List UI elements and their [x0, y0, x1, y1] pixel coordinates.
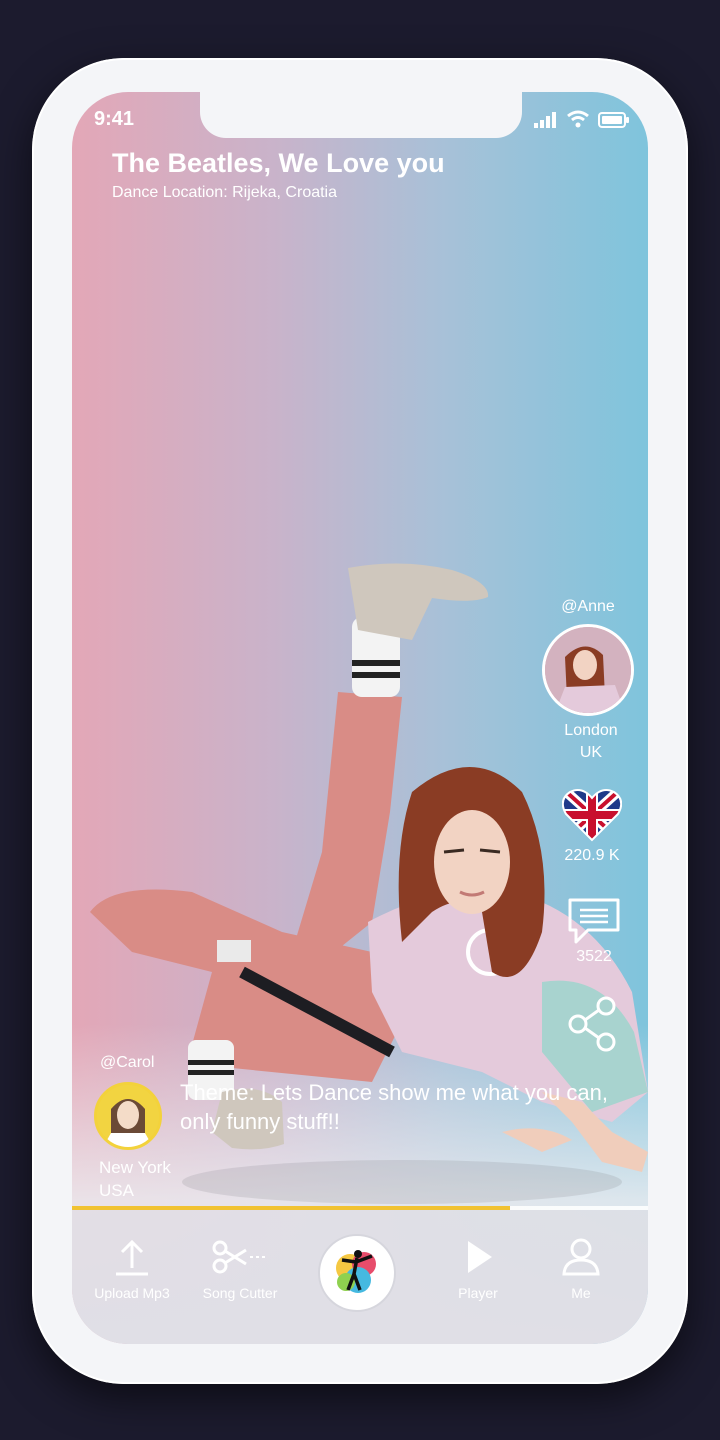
comment-icon[interactable] [566, 896, 622, 946]
commenter-location: New York USA [99, 1156, 171, 1202]
nav-player[interactable]: Player [434, 1238, 522, 1301]
user-icon [562, 1238, 600, 1276]
bottom-nav: Upload Mp3 Song Cutter Player Me [72, 1210, 648, 1344]
heart-flag-icon[interactable] [562, 788, 622, 842]
nav-upload-mp3[interactable]: Upload Mp3 [88, 1238, 176, 1301]
comment-count: 3522 [576, 948, 612, 965]
commenter-city: New York [99, 1158, 171, 1177]
nav-me[interactable]: Me [537, 1238, 625, 1301]
signal-icon [534, 112, 556, 128]
create-button[interactable] [318, 1234, 396, 1312]
wifi-icon [567, 110, 589, 128]
play-icon [468, 1241, 492, 1273]
commenter-avatar[interactable] [94, 1082, 162, 1150]
scissors-icon [212, 1240, 268, 1274]
dance-location: Dance Location: Rijeka, Croatia [112, 184, 338, 201]
battery-icon [598, 112, 629, 128]
commenter-country: USA [99, 1181, 134, 1200]
upload-icon [116, 1239, 148, 1276]
nav-player-label: Player [458, 1285, 498, 1301]
creator-city: London [564, 722, 618, 739]
creator-country: UK [579, 744, 603, 761]
nav-me-label: Me [571, 1285, 591, 1301]
notch [200, 92, 522, 138]
dance-logo-icon [336, 1250, 376, 1293]
share-icon[interactable] [566, 996, 618, 1052]
video-screen[interactable]: 9:41 The Beatles, We Love you Dance Loca… [72, 92, 648, 1344]
like-count: 220.9 K [564, 847, 620, 864]
creator-photo [545, 627, 631, 713]
nav-cutter-label: Song Cutter [202, 1285, 278, 1301]
status-icons [534, 110, 630, 128]
creator-handle[interactable]: @Anne [558, 598, 618, 616]
nav-song-cutter[interactable]: Song Cutter [196, 1238, 284, 1301]
video-title: The Beatles, We Love you [112, 148, 445, 178]
theme-caption: Theme: Lets Dance show me what you can, … [180, 1080, 608, 1134]
status-time: 9:41 [94, 108, 135, 130]
creator-avatar[interactable] [542, 624, 634, 716]
commenter-photo [97, 1085, 159, 1147]
nav-upload-label: Upload Mp3 [94, 1285, 170, 1301]
commenter-handle[interactable]: @Carol [100, 1054, 154, 1072]
